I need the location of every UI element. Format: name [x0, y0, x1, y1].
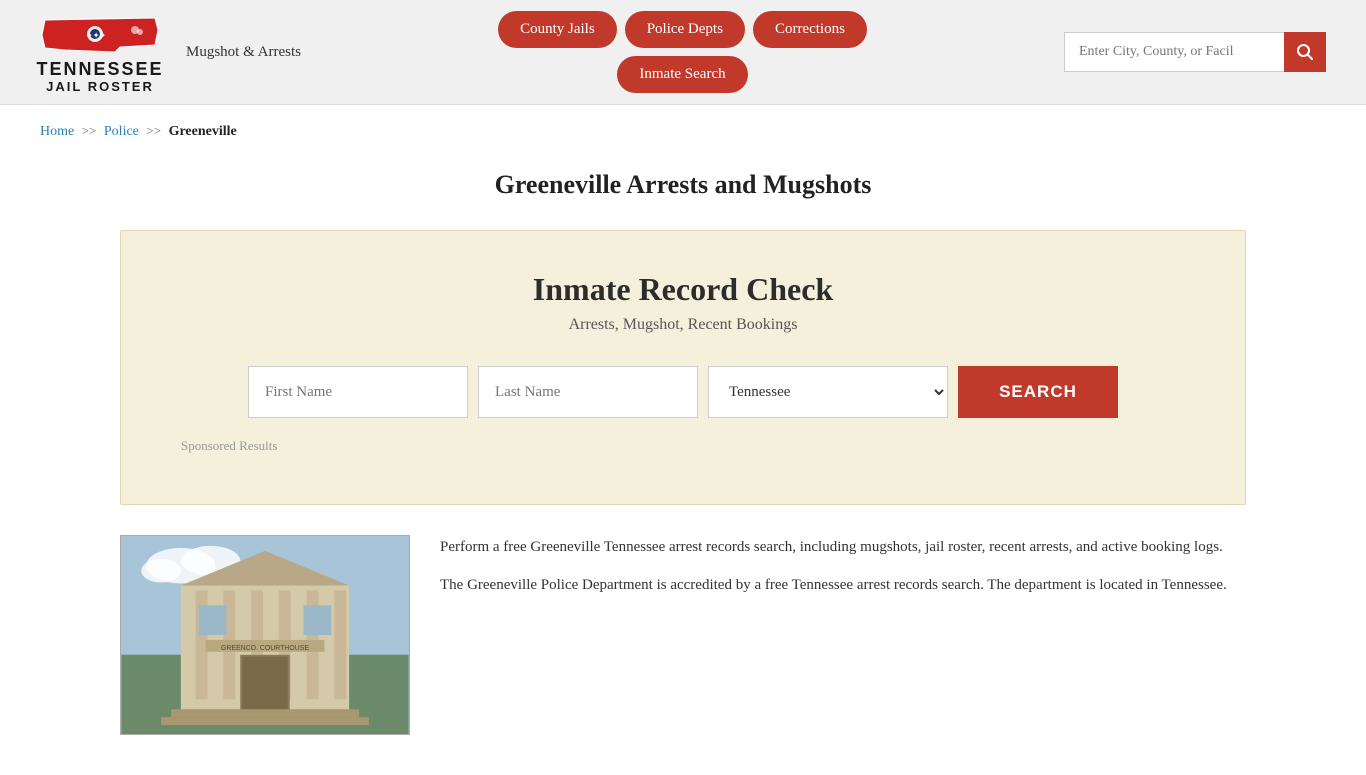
header-search-input[interactable] [1064, 32, 1284, 72]
record-check-box: Inmate Record Check Arrests, Mugshot, Re… [120, 230, 1246, 505]
record-check-form: Tennessee Alabama Georgia Kentucky Virgi… [181, 366, 1185, 418]
content-section: GREENCO. COURTHOUSE Perform a free Green… [0, 535, 1366, 775]
svg-text:✦✦✦: ✦✦✦ [86, 31, 106, 40]
sponsored-label: Sponsored Results [181, 438, 1185, 454]
police-depts-button[interactable]: Police Depts [625, 11, 745, 48]
logo-area: ✦✦✦ TENNESSEE JAIL ROSTER Mugshot & Arre… [40, 10, 301, 94]
state-select[interactable]: Tennessee Alabama Georgia Kentucky Virgi… [708, 366, 948, 418]
content-para2: The Greeneville Police Department is acc… [440, 573, 1246, 599]
logo-tennessee: TENNESSEE [36, 60, 163, 80]
county-jails-button[interactable]: County Jails [498, 11, 617, 48]
header-search-area [1064, 32, 1326, 72]
logo-text: TENNESSEE JAIL ROSTER [36, 60, 163, 94]
breadcrumb-sep1: >> [82, 123, 97, 138]
first-name-input[interactable] [248, 366, 468, 418]
breadcrumb-current: Greeneville [169, 124, 237, 139]
courthouse-image: GREENCO. COURTHOUSE [120, 535, 410, 735]
site-header: ✦✦✦ TENNESSEE JAIL ROSTER Mugshot & Arre… [0, 0, 1366, 105]
record-search-button[interactable]: SEARCH [958, 366, 1118, 418]
content-text: Perform a free Greeneville Tennessee arr… [440, 535, 1246, 610]
main-nav: County Jails Police Depts Corrections In… [498, 11, 867, 93]
page-title-section: Greeneville Arrests and Mugshots [0, 150, 1366, 230]
content-para1: Perform a free Greeneville Tennessee arr… [440, 535, 1246, 561]
corrections-button[interactable]: Corrections [753, 11, 867, 48]
record-check-subtitle: Arrests, Mugshot, Recent Bookings [181, 316, 1185, 334]
header-search-button[interactable] [1284, 32, 1326, 72]
courthouse-svg: GREENCO. COURTHOUSE [121, 536, 409, 734]
page-title: Greeneville Arrests and Mugshots [40, 170, 1326, 200]
last-name-input[interactable] [478, 366, 698, 418]
breadcrumb-home[interactable]: Home [40, 124, 74, 139]
search-icon [1296, 43, 1314, 61]
nav-row-2: Inmate Search [617, 56, 747, 93]
tn-state-icon: ✦✦✦ [40, 10, 160, 60]
site-logo: ✦✦✦ TENNESSEE JAIL ROSTER [40, 10, 160, 94]
svg-text:GREENCO. COURTHOUSE: GREENCO. COURTHOUSE [221, 645, 309, 652]
breadcrumb-police[interactable]: Police [104, 124, 139, 139]
logo-jail-roster: JAIL ROSTER [46, 80, 154, 94]
breadcrumb-sep2: >> [146, 123, 161, 138]
inmate-search-button[interactable]: Inmate Search [617, 56, 747, 93]
nav-row-1: County Jails Police Depts Corrections [498, 11, 867, 48]
breadcrumb: Home >> Police >> Greeneville [0, 105, 1366, 150]
record-check-title: Inmate Record Check [181, 271, 1185, 308]
mugshot-arrests-label: Mugshot & Arrests [186, 44, 301, 61]
